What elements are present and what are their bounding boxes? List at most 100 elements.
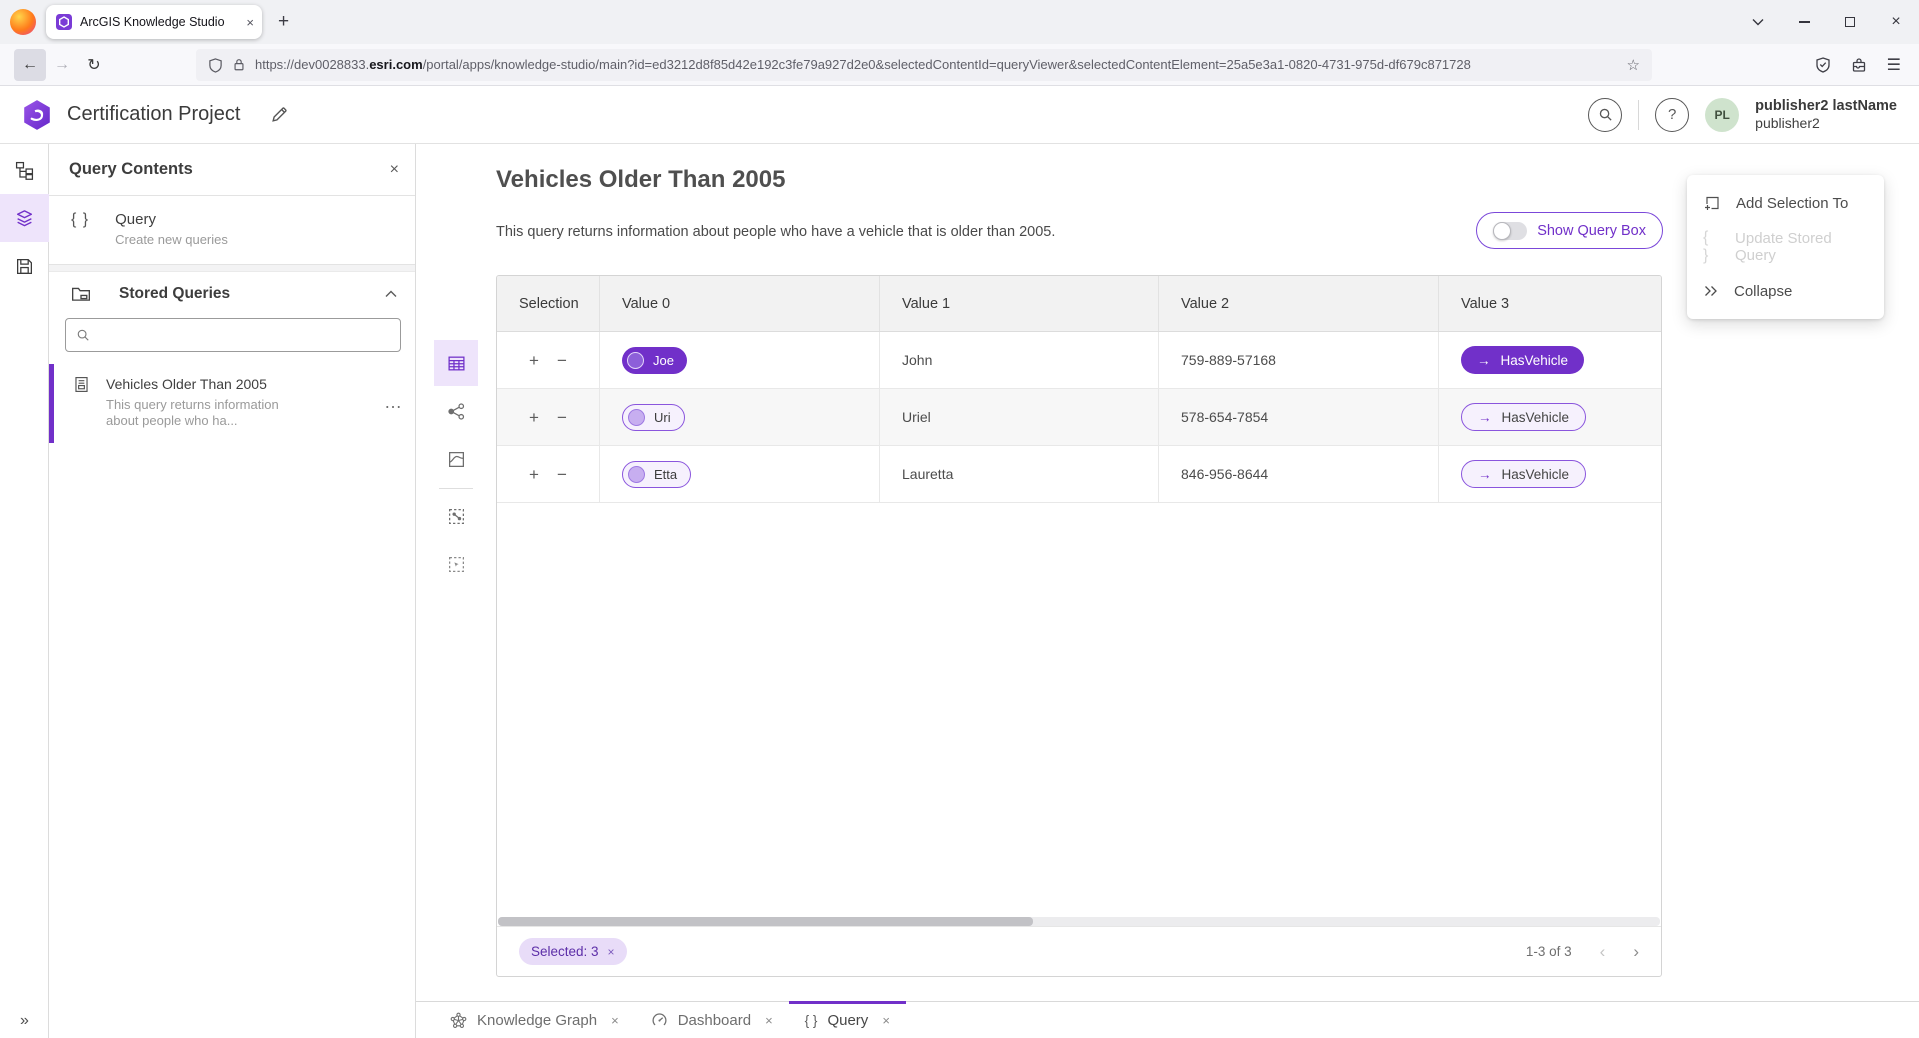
tab-close-icon[interactable]: × <box>765 1013 773 1028</box>
permissions-shield-icon[interactable] <box>1815 56 1831 73</box>
expand-rail-icon[interactable]: » <box>0 1012 49 1030</box>
project-hierarchy-icon[interactable] <box>0 146 49 194</box>
tab-list-chevron-icon[interactable] <box>1735 0 1781 44</box>
edit-title-pencil-icon[interactable] <box>270 105 289 124</box>
item-options-ellipsis-icon[interactable]: … <box>384 392 403 413</box>
tab-title: ArcGIS Knowledge Studio <box>80 15 238 29</box>
toggle-label: Show Query Box <box>1537 223 1646 239</box>
stored-queries-search[interactable] <box>65 318 401 352</box>
table-empty-area <box>497 503 1661 917</box>
browser-toolbar-icons: ☰ <box>1815 55 1901 75</box>
bottom-tab-bar: Knowledge Graph × Dashboard × { } Query … <box>416 1001 1919 1038</box>
entity-dot-icon <box>628 466 645 483</box>
minimize-button[interactable] <box>1781 0 1827 44</box>
pagination: 1-3 of 3 ‹ › <box>1526 942 1639 962</box>
url-text: https://dev0028833.esri.com/portal/apps/… <box>255 57 1618 72</box>
app-header: Certification Project ? PL publisher2 la… <box>0 86 1919 144</box>
tab-query[interactable]: { } Query × <box>789 1002 906 1038</box>
user-info[interactable]: publisher2 lastName publisher2 <box>1755 98 1897 132</box>
toggle-knob <box>1493 222 1511 240</box>
relationship-pill[interactable]: →HasVehicle <box>1461 460 1586 488</box>
help-button[interactable]: ? <box>1655 98 1689 132</box>
save-icon[interactable] <box>0 242 49 290</box>
tab-close-icon[interactable]: × <box>611 1013 619 1028</box>
close-window-button[interactable]: × <box>1873 0 1919 44</box>
chevron-up-icon[interactable] <box>385 290 397 298</box>
layers-view-icon[interactable] <box>0 194 49 242</box>
bookmark-star-icon[interactable]: ☆ <box>1627 56 1640 74</box>
page-next-icon[interactable]: › <box>1633 942 1639 962</box>
hamburger-menu-icon[interactable]: ☰ <box>1887 55 1901 75</box>
arrow-icon: → <box>1478 410 1492 425</box>
stored-queries-header[interactable]: Stored Queries <box>49 272 415 316</box>
menu-item-add-selection-to[interactable]: Add Selection To <box>1687 181 1884 225</box>
reload-button[interactable]: ↻ <box>78 49 110 81</box>
entity-pill[interactable]: Joe <box>622 347 687 374</box>
horizontal-scrollbar[interactable] <box>498 917 1660 926</box>
new-tab-button[interactable]: + <box>278 11 289 33</box>
entity-pill[interactable]: Etta <box>622 461 691 488</box>
project-title: Certification Project <box>67 103 240 126</box>
firefox-logo-icon <box>10 9 36 35</box>
panel-close-icon[interactable]: × <box>390 161 399 179</box>
selection-context-menu: Add Selection To { } Update Stored Query… <box>1687 175 1884 319</box>
selected-count-chip[interactable]: Selected: 3 × <box>519 938 627 965</box>
cell-value2: 578-654-7854 <box>1158 389 1438 445</box>
entity-pill[interactable]: Uri <box>622 404 685 431</box>
forward-button[interactable]: → <box>46 49 78 81</box>
toggle-track[interactable] <box>1493 222 1527 240</box>
search-input[interactable] <box>98 328 390 343</box>
query-results-card: Selection Value 0 Value 1 Value 2 Value … <box>496 275 1662 977</box>
link-chart-view-icon[interactable] <box>434 388 478 434</box>
maximize-button[interactable] <box>1827 0 1873 44</box>
extensions-puzzle-icon[interactable] <box>1851 57 1867 73</box>
pagination-range: 1-3 of 3 <box>1526 944 1572 959</box>
row-remove-button[interactable]: − <box>557 409 567 426</box>
entity-dot-icon <box>627 352 644 369</box>
scrollbar-thumb[interactable] <box>498 917 1033 926</box>
tab-dashboard[interactable]: Dashboard × <box>635 1002 789 1038</box>
search-button[interactable] <box>1588 98 1622 132</box>
stored-query-description: This query returns information about peo… <box>106 397 306 429</box>
tab-close-icon[interactable]: × <box>882 1013 890 1028</box>
back-button[interactable]: ← <box>14 49 46 81</box>
entity-dot-icon <box>628 409 645 426</box>
menu-label: Collapse <box>1734 283 1792 300</box>
new-selection-icon[interactable] <box>434 541 478 587</box>
query-contents-panel: Query Contents × { } Query Create new qu… <box>49 144 416 1038</box>
relationship-pill[interactable]: →HasVehicle <box>1461 403 1586 431</box>
folder-icon <box>71 285 91 303</box>
page-previous-icon[interactable]: ‹ <box>1600 942 1606 962</box>
tracking-shield-icon[interactable] <box>208 57 223 73</box>
map-view-icon[interactable] <box>434 436 478 482</box>
braces-icon: { } <box>1703 229 1720 265</box>
page-title: Vehicles Older Than 2005 <box>496 166 785 194</box>
row-remove-button[interactable]: − <box>557 352 567 369</box>
menu-item-collapse[interactable]: Collapse <box>1687 269 1884 313</box>
menu-label: Add Selection To <box>1736 195 1848 212</box>
browser-tabstrip: ArcGIS Knowledge Studio × + × <box>0 0 1919 44</box>
window-controls: × <box>1735 0 1919 44</box>
stored-query-item[interactable]: Vehicles Older Than 2005 This query retu… <box>49 364 415 443</box>
relationship-pill[interactable]: →HasVehicle <box>1461 346 1584 374</box>
add-to-link-chart-icon[interactable] <box>434 493 478 539</box>
chip-close-icon[interactable]: × <box>608 945 615 959</box>
column-header-value3: Value 3 <box>1438 276 1661 331</box>
row-add-button[interactable]: + <box>529 466 539 483</box>
url-bar[interactable]: https://dev0028833.esri.com/portal/apps/… <box>196 49 1652 81</box>
tab-knowledge-graph[interactable]: Knowledge Graph × <box>434 1002 635 1038</box>
query-item[interactable]: { } Query Create new queries <box>49 196 415 265</box>
column-header-selection: Selection <box>497 276 599 331</box>
tab-close-icon[interactable]: × <box>246 15 254 30</box>
browser-tab[interactable]: ArcGIS Knowledge Studio × <box>46 5 262 39</box>
show-query-box-toggle[interactable]: Show Query Box <box>1476 212 1663 249</box>
row-add-button[interactable]: + <box>529 352 539 369</box>
query-viewer-content: Vehicles Older Than 2005 This query retu… <box>416 144 1919 1001</box>
tab-label: Dashboard <box>678 1012 751 1029</box>
lock-icon[interactable] <box>232 57 246 72</box>
row-remove-button[interactable]: − <box>557 466 567 483</box>
row-add-button[interactable]: + <box>529 409 539 426</box>
user-name: publisher2 lastName <box>1755 98 1897 115</box>
table-view-icon[interactable] <box>434 340 478 386</box>
user-avatar[interactable]: PL <box>1705 98 1739 132</box>
